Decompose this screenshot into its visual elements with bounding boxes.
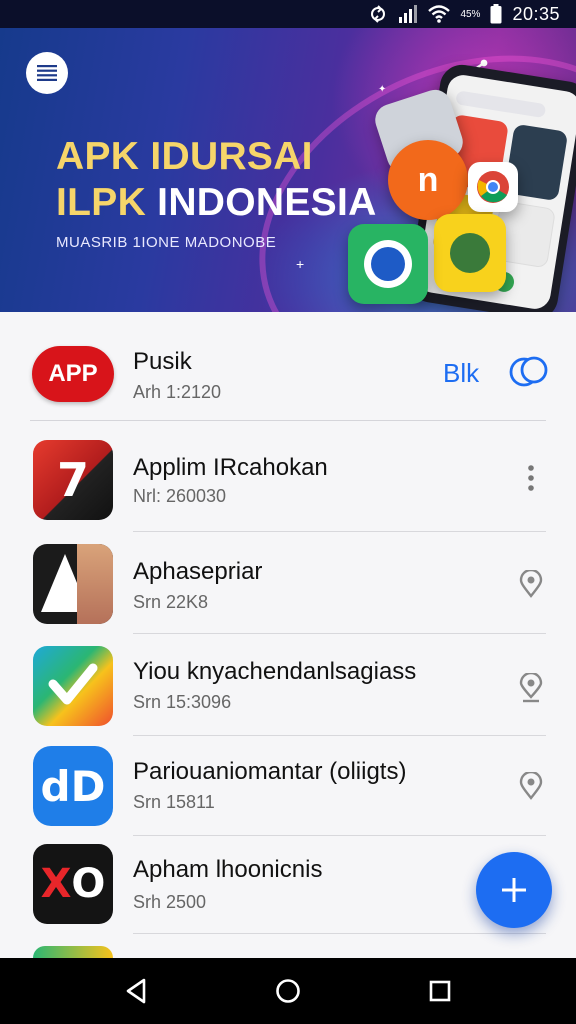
floating-app-icon: n <box>388 140 468 220</box>
recents-square-icon <box>429 980 451 1002</box>
plus-icon <box>502 878 526 902</box>
nav-back-button[interactable] <box>116 971 156 1011</box>
app-screen: 45% 20:35 APK IDURSAI ILPK INDONESIA MUA… <box>0 0 576 1024</box>
nav-home-button[interactable] <box>268 971 308 1011</box>
divider <box>133 633 546 634</box>
chrome-icon <box>468 162 518 212</box>
pin-button[interactable] <box>516 566 546 602</box>
banner-title-line2: ILPK INDONESIA <box>56 181 377 224</box>
overlap-circles-icon <box>509 356 548 387</box>
app-sub: Srn 15:3096 <box>133 692 232 712</box>
divider <box>133 531 546 532</box>
add-button[interactable] <box>476 852 552 928</box>
sparkle-icon: ✦ <box>378 84 387 95</box>
banner-title: APK IDURSAI ILPK INDONESIA <box>56 134 396 226</box>
app-icon: XO <box>33 844 113 924</box>
list-item[interactable]: 7 Applim IRcahokan Nrl: 260030 <box>0 432 576 532</box>
featured-action-link[interactable]: Blk <box>443 358 479 389</box>
app-icon: 7 <box>33 440 113 520</box>
featured-app-icon: APP <box>32 346 114 402</box>
app-icon <box>33 544 113 624</box>
list-item[interactable] <box>0 940 576 958</box>
home-circle-icon <box>276 979 300 1003</box>
sync-icon <box>368 4 388 24</box>
banner-title-line1: APK IDURSAI <box>56 135 313 178</box>
app-name: Applim IRcahokan <box>133 454 328 481</box>
featured-sub: Arh 1:2120 <box>133 382 222 402</box>
app-sub: Srn 22K8 <box>133 592 209 612</box>
more-vert-icon <box>528 465 534 491</box>
list-item[interactable]: Aphasepriar Srn 22K8 <box>0 534 576 634</box>
circles-toggle-button[interactable] <box>508 354 550 395</box>
location-pin-icon <box>519 673 543 703</box>
promo-banner: APK IDURSAI ILPK INDONESIA MUASRIB 1IONE… <box>0 28 576 312</box>
sparkle-icon: + <box>296 256 305 272</box>
app-sub: Nrl: 260030 <box>133 486 227 506</box>
signal-icon <box>398 5 418 23</box>
floating-app-icon <box>434 214 506 292</box>
list-item[interactable]: dD Pariouaniomantar (oliigts) Srn 15811 <box>0 736 576 836</box>
app-icon <box>33 946 113 958</box>
list-item[interactable]: Yiou knyachendanlsagiass Srn 15:3096 <box>0 636 576 736</box>
menu-button[interactable] <box>26 52 68 94</box>
app-icon: dD <box>33 746 113 826</box>
featured-name: Pusik <box>133 348 192 375</box>
wifi-icon <box>428 5 451 23</box>
app-sub: Srh 2500 <box>133 892 207 912</box>
status-bar: 45% 20:35 <box>0 0 576 28</box>
nav-recents-button[interactable] <box>420 971 460 1011</box>
more-button[interactable] <box>516 460 546 496</box>
battery-percent: 45% <box>460 8 481 20</box>
floating-app-icon <box>348 224 428 304</box>
featured-row[interactable]: APP Pusik Arh 1:2120 Blk <box>0 330 576 422</box>
app-name: Apham lhoonicnis <box>133 856 323 883</box>
app-name: Pariouaniomantar (oliigts) <box>133 758 407 785</box>
hamburger-icon <box>37 65 57 81</box>
app-name: Aphasepriar <box>133 558 263 585</box>
battery-icon <box>490 4 502 24</box>
pin-button[interactable] <box>516 670 546 706</box>
app-name: Yiou knyachendanlsagiass <box>133 658 417 685</box>
system-nav-bar <box>0 958 576 1024</box>
banner-subtitle: MUASRIB 1IONE MADONOBE <box>56 234 277 251</box>
divider <box>30 420 546 421</box>
featured-icon-text: APP <box>48 360 98 387</box>
location-pin-icon <box>519 570 543 598</box>
status-time: 20:35 <box>512 3 560 24</box>
app-sub: Srn 15811 <box>133 792 215 812</box>
back-triangle-icon <box>126 978 146 1004</box>
pin-button[interactable] <box>516 768 546 804</box>
location-pin-icon <box>519 772 543 800</box>
divider <box>133 933 546 934</box>
app-icon <box>33 646 113 726</box>
